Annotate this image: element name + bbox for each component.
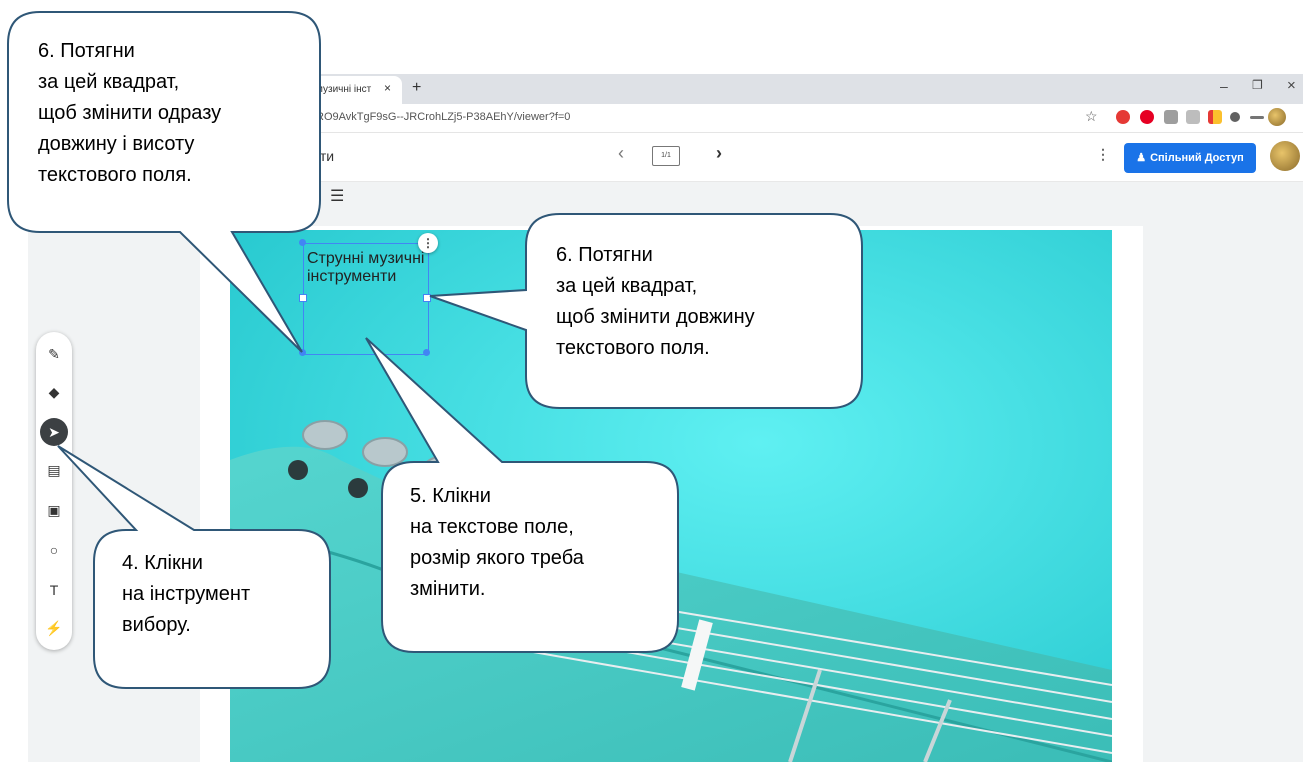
callout-middle-text: 5. Клікни на текстове поле, розмір якого… bbox=[410, 485, 584, 600]
callout-top-right-text: 6. Потягни за цей квадрат, щоб змінити д… bbox=[556, 244, 755, 359]
callout-top-left-text: 6. Потягни за цей квадрат, щоб змінити о… bbox=[38, 40, 222, 186]
callout-bottom-left-text: 4. Клікни на інструмент вибору. bbox=[122, 552, 251, 636]
